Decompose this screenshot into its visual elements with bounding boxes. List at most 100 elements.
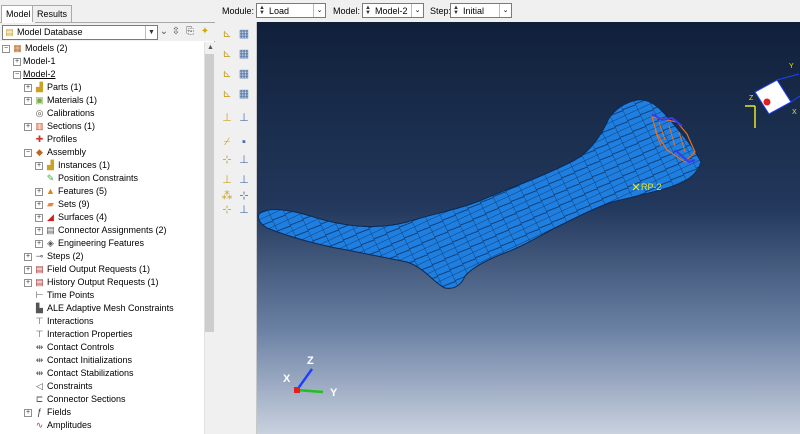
create-bc-icon[interactable]: ⊾	[219, 46, 235, 62]
tree-item[interactable]: ✎ Position Constraints	[0, 172, 204, 185]
tab-model[interactable]: Model	[1, 5, 36, 23]
module-value: Load	[269, 6, 290, 16]
expand-icon[interactable]: +	[24, 266, 32, 274]
tree-item[interactable]: ✚ Profiles	[0, 133, 204, 146]
expand-icon[interactable]: +	[35, 162, 43, 170]
tree-copy-icon[interactable]: ⎘	[184, 26, 196, 38]
expand-icon[interactable]: +	[24, 97, 32, 105]
database-value: Model Database	[17, 27, 83, 37]
create-set-icon[interactable]: ⊹	[219, 152, 235, 168]
translate-icon[interactable]: ⊹	[219, 202, 235, 218]
tree-item-label: Instances (1)	[58, 160, 111, 170]
create-surface-icon[interactable]: ⊥	[236, 152, 252, 168]
tree-item[interactable]: ⊤ Interaction Properties	[0, 328, 204, 341]
database-select[interactable]: ▤ Model Database ▼	[2, 25, 158, 40]
tree-item[interactable]: + ▰ Sets (9)	[0, 198, 204, 211]
model-select[interactable]: ▲ ▼ Model-2 ⌄	[362, 3, 424, 18]
bc-manager-icon[interactable]: ▦	[236, 46, 252, 62]
chevron-down-icon: ▼	[145, 26, 157, 39]
expand-icon[interactable]: +	[24, 279, 32, 287]
tree-item[interactable]: ◁ Constraints	[0, 380, 204, 393]
create-datum-point-icon[interactable]: ⊥	[219, 110, 235, 126]
collapse-icon[interactable]: −	[24, 149, 32, 157]
tree-item-label: Connector Sections	[47, 394, 126, 404]
chevron-down-icon: ⌄	[411, 4, 423, 17]
tree-scrollbar-thumb[interactable]	[205, 54, 214, 332]
expand-icon[interactable]: +	[24, 253, 32, 261]
graphics-viewport[interactable]: RP-2 Z X Y Z Y X	[257, 22, 800, 434]
module-label: Module:	[222, 6, 255, 16]
expand-icon[interactable]: +	[35, 240, 43, 248]
bone-mesh[interactable]	[258, 99, 702, 289]
spin-icon: ▲ ▼	[453, 5, 459, 16]
query-icon[interactable]: ▪	[236, 134, 252, 150]
datum-manager-icon[interactable]: ⊥	[236, 110, 252, 126]
tree-item[interactable]: ⊏ Connector Sections	[0, 393, 204, 406]
expand-icon[interactable]: +	[35, 214, 43, 222]
expand-icon[interactable]: +	[24, 84, 32, 92]
tree-item-label: Assembly	[47, 147, 87, 157]
tree-item[interactable]: + ▤ History Output Requests (1)	[0, 276, 204, 289]
tree-item[interactable]: ∿ Amplitudes	[0, 419, 204, 432]
tree-item[interactable]: − Model-2	[0, 68, 204, 81]
tree-item[interactable]: + ƒ Fields	[0, 406, 204, 419]
expand-icon[interactable]: +	[35, 201, 43, 209]
database-icon: ▤	[5, 27, 14, 37]
step-value: Initial	[463, 6, 485, 16]
tree-item-label: Constraints	[47, 381, 93, 391]
collapse-icon[interactable]: −	[13, 71, 21, 79]
expand-icon[interactable]: +	[24, 409, 32, 417]
tree-item[interactable]: ⇹ Contact Controls	[0, 341, 204, 354]
corner-z-label: Z	[749, 95, 754, 102]
tree-item[interactable]: ⊤ Interactions	[0, 315, 204, 328]
load-manager-icon[interactable]: ▦	[236, 26, 252, 42]
tree-item[interactable]: + Model-1	[0, 55, 204, 68]
tree-expand-icon[interactable]: ⇳	[170, 26, 182, 38]
tree-item[interactable]: + ▣ Materials (1)	[0, 94, 204, 107]
tree-item[interactable]: ⇹ Contact Initializations	[0, 354, 204, 367]
create-load-icon[interactable]: ⊾	[219, 26, 235, 42]
load-case-manager-icon[interactable]: ▦	[236, 86, 252, 102]
tree-item[interactable]: + ◈ Engineering Features	[0, 237, 204, 250]
tree-item-label: Calibrations	[47, 108, 95, 118]
connector-sections-icon: ⊏	[35, 394, 44, 404]
partition-icon[interactable]: ⌿	[219, 134, 235, 150]
tree-item[interactable]: + ▟ Instances (1)	[0, 159, 204, 172]
tree-help-icon[interactable]: ✦	[199, 26, 211, 38]
corner-y-label: Y	[789, 63, 794, 70]
tree-item[interactable]: + ◢ Surfaces (4)	[0, 211, 204, 224]
tree-item[interactable]: + ⊸ Steps (2)	[0, 250, 204, 263]
step-select[interactable]: ▲ ▼ Initial ⌄	[450, 3, 512, 18]
create-load-case-icon[interactable]: ⊾	[219, 86, 235, 102]
tree-item-label: Steps (2)	[47, 251, 84, 261]
expand-icon[interactable]: +	[35, 188, 43, 196]
tree-item-label: Surfaces (4)	[58, 212, 108, 222]
axis-triad: Z X Y	[283, 355, 338, 399]
special-options-icon[interactable]: ⊥	[236, 172, 252, 188]
tree-item[interactable]: ⇹ Contact Stabilizations	[0, 367, 204, 380]
tree-item[interactable]: ▙ ALE Adaptive Mesh Constraints	[0, 302, 204, 315]
predefined-field-manager-icon[interactable]: ▦	[236, 66, 252, 82]
tree-item[interactable]: + ▲ Features (5)	[0, 185, 204, 198]
collapse-icon[interactable]: −	[2, 45, 10, 53]
tab-results[interactable]: Results	[32, 5, 73, 22]
create-amplitude-icon[interactable]: ⊥	[219, 172, 235, 188]
tree-item[interactable]: + ▤ Connector Assignments (2)	[0, 224, 204, 237]
create-predefined-field-icon[interactable]: ⊾	[219, 66, 235, 82]
module-select[interactable]: ▲ ▼ Load ⌄	[256, 3, 326, 18]
interactions-icon: ⊤	[35, 316, 44, 326]
tree-filter-icon[interactable]: ⌄	[158, 26, 170, 38]
tree-item[interactable]: + ▤ Field Output Requests (1)	[0, 263, 204, 276]
tree-item[interactable]: − ▦ Models (2)	[0, 42, 204, 55]
tree-item[interactable]: ◎ Calibrations	[0, 107, 204, 120]
tree-item[interactable]: + ▟ Parts (1)	[0, 81, 204, 94]
expand-icon[interactable]: +	[13, 58, 21, 66]
rotate-icon[interactable]: ⊥	[236, 202, 252, 218]
expand-icon[interactable]: +	[24, 123, 32, 131]
scroll-up-icon[interactable]: ▲	[205, 42, 216, 53]
tree-item[interactable]: + ▥ Sections (1)	[0, 120, 204, 133]
model-canvas[interactable]: RP-2 Z X Y Z Y X	[257, 22, 800, 434]
tree-item[interactable]: − ◆ Assembly	[0, 146, 204, 159]
expand-icon[interactable]: +	[35, 227, 43, 235]
tree-item[interactable]: ⊢ Time Points	[0, 289, 204, 302]
